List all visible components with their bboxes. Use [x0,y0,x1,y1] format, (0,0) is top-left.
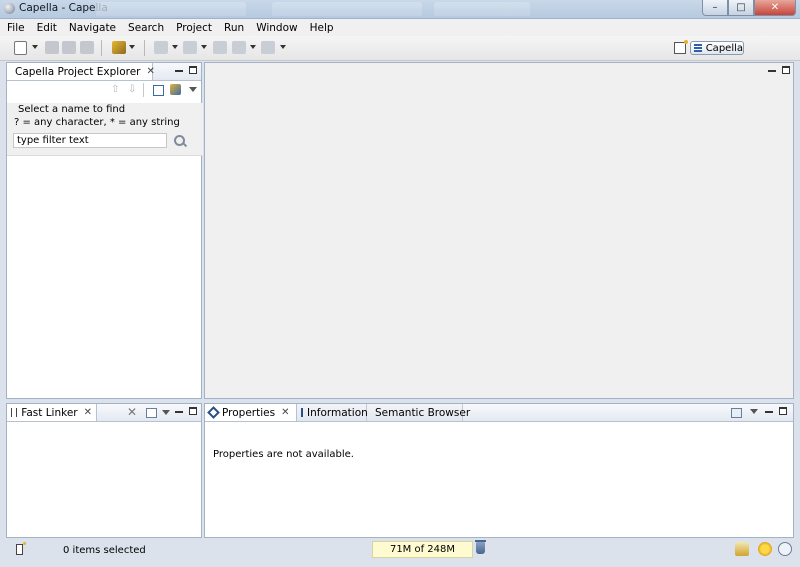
properties-icon [207,406,220,419]
next-annotation-icon[interactable] [154,41,168,54]
tab-properties[interactable]: Properties ✕ [205,404,297,421]
minimize-window-button[interactable]: – [702,0,728,16]
sparkle-icon[interactable] [758,542,772,556]
menu-navigate[interactable]: Navigate [64,22,121,34]
close-tab-icon[interactable]: ✕ [146,66,154,77]
search-icon[interactable] [174,135,185,146]
minimize-view-icon[interactable] [765,409,773,413]
heap-status-text: 71M of 248M [389,544,456,555]
information-icon [301,408,303,417]
link-with-editor-icon[interactable] [170,84,181,95]
garbage-collect-icon[interactable] [475,540,486,554]
prev-annotation-icon[interactable] [183,41,197,54]
save-all-icon[interactable] [62,41,76,54]
save-icon[interactable] [45,41,59,54]
run-tool-icon[interactable] [112,41,126,54]
filter-hint-syntax: ? = any character, * = any string [14,117,180,128]
tab-fast-linker[interactable]: Fast Linker ✕ [7,404,97,421]
background-browser-tab [272,2,422,16]
show-view-icon[interactable] [16,542,26,555]
tab-semantic-browser[interactable]: Semantic Browser [367,404,470,421]
background-browser-tab [96,2,246,16]
selection-status: 0 items selected [63,545,146,556]
close-tab-icon[interactable]: ✕ [84,407,92,418]
fast-linker-icon [11,408,18,417]
maximize-view-icon[interactable] [779,407,787,415]
editor-area [204,62,794,399]
tab-project-explorer[interactable]: Capella Project Explorer ✕ [7,63,155,80]
tab-label: Properties [222,406,276,419]
progress-icon[interactable] [778,542,792,556]
chevron-down-icon[interactable] [129,45,135,49]
maximize-view-icon[interactable] [189,407,197,415]
back-icon[interactable] [232,41,246,54]
pin-view-icon[interactable] [731,408,742,418]
chevron-down-icon[interactable] [32,45,38,49]
capella-perspective-button[interactable]: Capella [690,41,744,55]
move-down-icon[interactable]: ⇩ [128,84,136,95]
tab-label: Information [307,406,368,419]
clear-icon[interactable]: ✕ [127,405,137,419]
new-icon[interactable] [14,41,27,55]
window-title: Capella - Capella [19,2,108,14]
editor-header [205,63,793,80]
export-icon[interactable] [146,408,157,418]
notifications-icon[interactable] [735,542,749,556]
perspective-label: Capella [705,42,743,54]
menu-project[interactable]: Project [171,22,217,34]
menu-file[interactable]: File [2,22,30,34]
last-edit-icon[interactable] [213,41,227,54]
maximize-editor-icon[interactable] [782,66,790,74]
fast-linker-panel: Fast Linker ✕ ✕ [6,403,202,538]
menu-bar: File Edit Navigate Search Project Run Wi… [0,19,800,36]
view-menu-icon[interactable] [162,410,170,415]
close-tab-icon[interactable]: ✕ [281,407,289,418]
perspective-icon [694,44,702,52]
minimize-view-icon[interactable] [175,68,183,72]
menu-run[interactable]: Run [219,22,249,34]
close-window-button[interactable]: ✕ [754,0,796,16]
view-menu-icon[interactable] [189,87,197,92]
chevron-down-icon[interactable] [172,45,178,49]
maximize-window-button[interactable]: □ [728,0,754,16]
tab-label: Capella Project Explorer [15,65,141,78]
maximize-view-icon[interactable] [189,66,197,74]
menu-help[interactable]: Help [305,22,339,34]
tab-information[interactable]: Information [297,404,368,421]
view-menu-icon[interactable] [750,409,758,414]
minimize-view-icon[interactable] [175,409,183,413]
open-perspective-icon[interactable] [674,40,688,54]
menu-search[interactable]: Search [123,22,169,34]
properties-panel: Properties ✕ Information Semantic Browse… [204,403,794,538]
menu-edit[interactable]: Edit [32,22,62,34]
filter-hint: Select a name to find [18,104,126,115]
explorer-header: Capella Project Explorer ✕ [7,63,201,81]
forward-icon[interactable] [261,41,275,54]
chevron-down-icon[interactable] [201,45,207,49]
fast-linker-header: Fast Linker ✕ ✕ [7,404,201,422]
heap-status[interactable]: 71M of 248M [372,541,473,558]
toolbar-separator [144,40,145,56]
background-browser-tab [434,2,530,16]
move-up-icon[interactable]: ⇧ [111,84,119,95]
chevron-down-icon[interactable] [250,45,256,49]
print-icon[interactable] [80,41,94,54]
properties-header: Properties ✕ Information Semantic Browse… [205,404,793,422]
capella-app-icon [4,3,15,14]
explorer-filter-input[interactable] [13,133,167,148]
title-bar: Capella - Capella – □ ✕ [0,0,800,19]
toolbar-separator [101,40,102,56]
window-controls: – □ ✕ [702,0,796,16]
minimize-editor-icon[interactable] [768,68,776,72]
tab-label: Fast Linker [21,406,78,419]
menu-window[interactable]: Window [251,22,302,34]
collapse-all-icon[interactable] [153,85,164,96]
toolbar-separator [143,83,144,97]
tab-label: Semantic Browser [375,406,471,419]
chevron-down-icon[interactable] [280,45,286,49]
properties-message: Properties are not available. [213,449,354,460]
